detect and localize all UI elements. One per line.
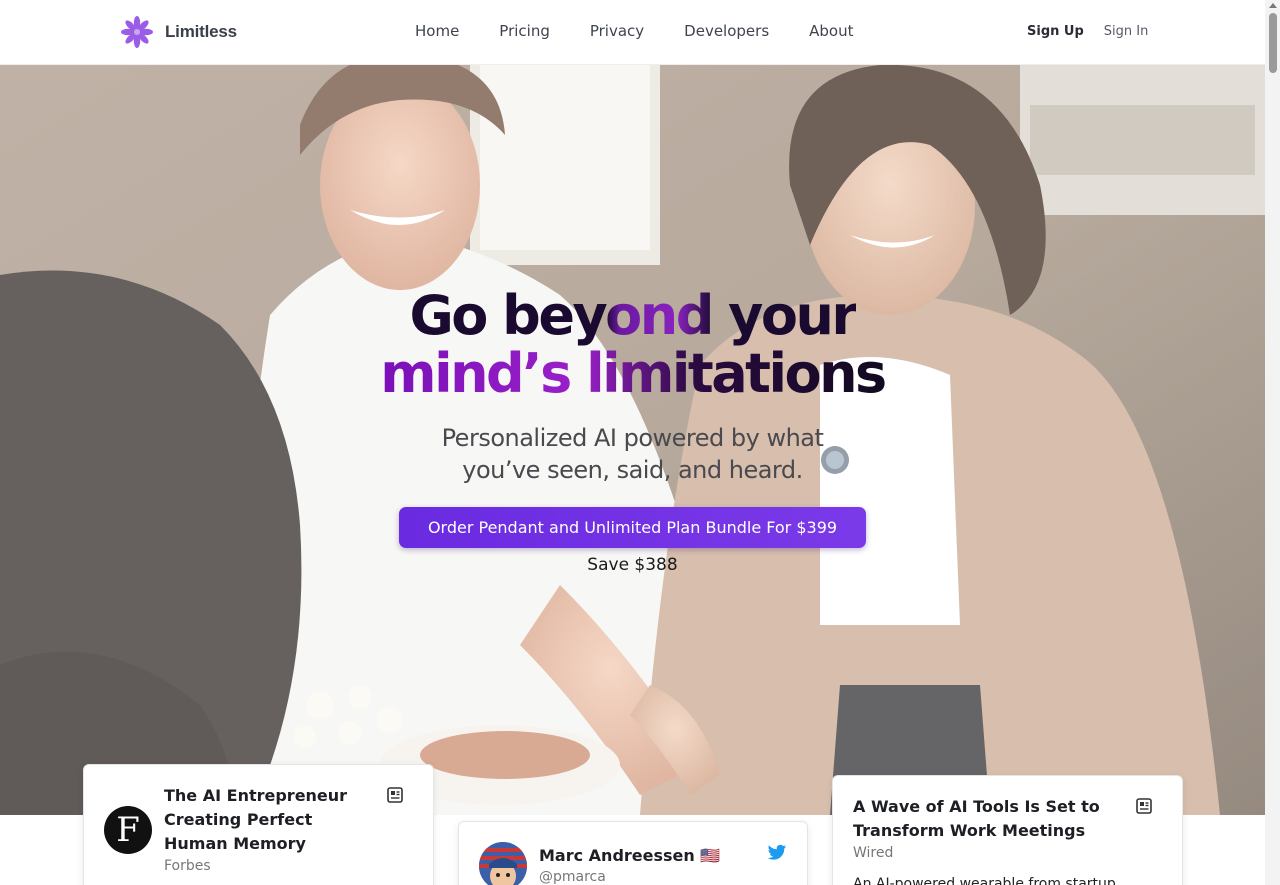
avatar bbox=[479, 842, 527, 885]
tweet-author-handle: @pmarca bbox=[539, 869, 606, 885]
page-scrollbar[interactable] bbox=[1265, 0, 1280, 885]
nav-privacy[interactable]: Privacy bbox=[570, 22, 664, 40]
twitter-icon[interactable] bbox=[767, 844, 787, 862]
site-header: Limitless Home Pricing Privacy Developer… bbox=[0, 0, 1265, 65]
hero-headline-line2: mind’s limitations bbox=[380, 342, 887, 405]
nav-developers[interactable]: Developers bbox=[664, 22, 789, 40]
scroll-up-arrow-icon[interactable] bbox=[1269, 3, 1277, 8]
scrollbar-thumb[interactable] bbox=[1269, 13, 1277, 73]
hero-section: Go beyond your mind’s limitations Person… bbox=[0, 65, 1265, 815]
flower-logo-icon bbox=[121, 16, 153, 48]
main-nav: Home Pricing Privacy Developers About bbox=[395, 22, 874, 40]
nav-pricing[interactable]: Pricing bbox=[479, 22, 570, 40]
hero-subhead-line2: you’ve seen, said, and heard. bbox=[462, 456, 803, 484]
avatar-image bbox=[479, 842, 527, 885]
hero-headline: Go beyond your mind’s limitations bbox=[0, 287, 1265, 403]
order-bundle-button[interactable]: Order Pendant and Unlimited Plan Bundle … bbox=[399, 507, 866, 548]
savings-text: Save $388 bbox=[587, 555, 678, 575]
nav-home[interactable]: Home bbox=[395, 22, 479, 40]
nav-about[interactable]: About bbox=[789, 22, 873, 40]
sign-up-link[interactable]: Sign Up bbox=[1027, 24, 1084, 39]
card-source: Forbes bbox=[164, 858, 211, 874]
card-excerpt: An AI-powered wearable from startup bbox=[853, 876, 1116, 885]
forbes-logo: F bbox=[104, 806, 152, 854]
sign-in-link[interactable]: Sign In bbox=[1104, 24, 1149, 39]
card-title: The AI Entrepreneur Creating Perfect Hum… bbox=[164, 786, 348, 853]
card-title: A Wave of AI Tools Is Set to Transform W… bbox=[853, 797, 1100, 840]
hero-subhead: Personalized AI powered by what you’ve s… bbox=[0, 422, 1265, 486]
auth-links: Sign Up Sign In bbox=[1027, 24, 1148, 39]
hero-headline-line1: Go beyond your bbox=[409, 284, 858, 347]
card-source: Wired bbox=[853, 845, 894, 861]
tweet-author-name: Marc Andreessen 🇺🇸 bbox=[539, 846, 721, 865]
hero-subhead-line1: Personalized AI powered by what bbox=[441, 424, 824, 452]
tweet-card[interactable]: Marc Andreessen 🇺🇸 @pmarca bbox=[458, 821, 808, 885]
brand-name: Limitless bbox=[165, 22, 237, 41]
brand-logo[interactable]: Limitless bbox=[121, 16, 237, 48]
article-icon bbox=[1136, 798, 1152, 814]
article-icon bbox=[387, 787, 403, 803]
press-card-forbes[interactable]: F The AI Entrepreneur Creating Perfect H… bbox=[83, 764, 434, 885]
press-card-wired[interactable]: A Wave of AI Tools Is Set to Transform W… bbox=[832, 775, 1183, 885]
